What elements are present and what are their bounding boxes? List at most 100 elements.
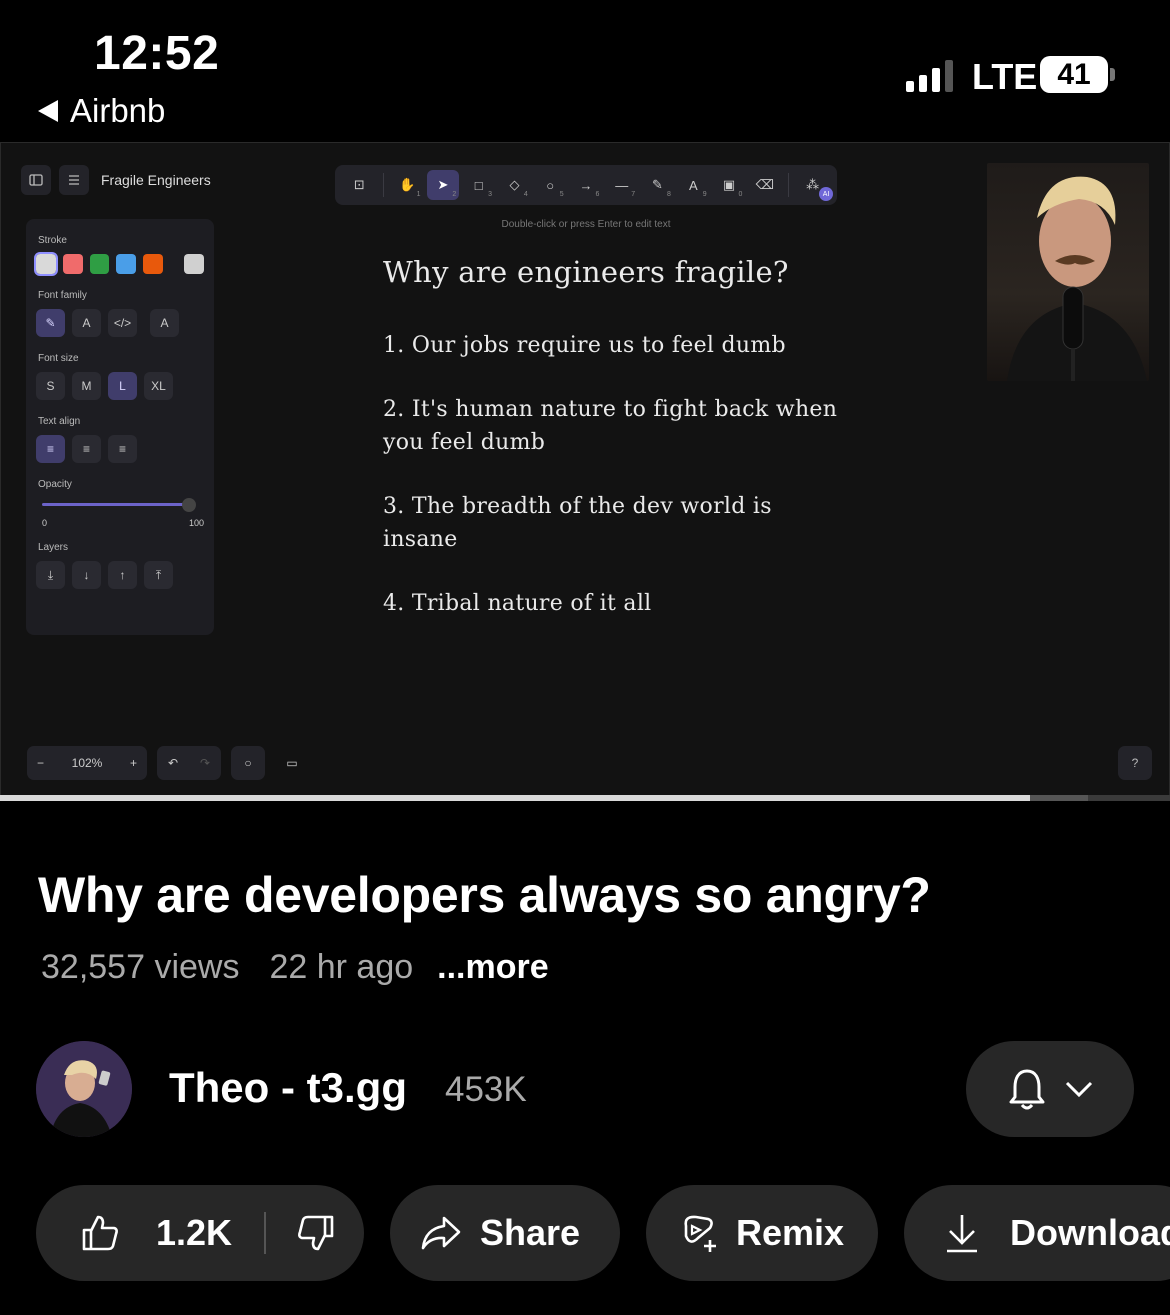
comment-icon: ○ — [231, 746, 265, 780]
help-icon: ? — [1118, 746, 1152, 780]
battery-cap — [1110, 68, 1115, 81]
text-align-label: Text align — [38, 416, 81, 427]
lock-icon: ⊡ — [353, 177, 365, 192]
layers-label: Layers — [38, 542, 69, 553]
opacity-label: Opacity — [38, 479, 72, 490]
share-icon — [421, 1216, 461, 1250]
like-dislike-group: 1.2K — [36, 1185, 364, 1281]
upload-age: 22 hr ago — [269, 948, 414, 986]
stroke-color-swatch — [184, 254, 204, 274]
opacity-range: 0 100 — [42, 518, 204, 528]
like-count[interactable]: 1.2K — [156, 1212, 232, 1254]
back-to-app-button[interactable]: Airbnb — [38, 92, 165, 130]
status-time: 12:52 — [94, 27, 220, 80]
whiteboard-bottom-controls: − 102% + ↶ ↷ ○ ▭ — [27, 746, 309, 780]
played-bar — [0, 795, 1030, 801]
whiteboard-canvas: Why are engineers fragile? 1. Our jobs r… — [383, 255, 843, 651]
tool-shortcut: 3 — [488, 191, 493, 198]
canvas-title: Why are engineers fragile? — [383, 255, 789, 289]
tool-shortcut: 9 — [702, 191, 707, 198]
layer-options: ⤓ ↓ ↑ ⤒ — [36, 561, 204, 589]
bell-icon — [1009, 1069, 1045, 1110]
dislike-icon[interactable] — [296, 1213, 336, 1253]
font-size-option: S — [36, 372, 65, 400]
tool-shortcut: 4 — [523, 191, 528, 198]
video-progress-bar[interactable] — [0, 795, 1170, 801]
properties-panel: Stroke Font family ✎ A </> A Font size S… — [26, 219, 214, 635]
arrow-icon: → 6 — [579, 177, 600, 199]
text-align-options: ≡ ≡ ≡ — [36, 435, 204, 463]
code-icon: </> — [108, 309, 137, 337]
font-outline-icon: A — [150, 309, 179, 337]
send-backward-icon: ↓ — [72, 561, 101, 589]
opacity-min: 0 — [42, 518, 48, 528]
font-size-option: XL — [144, 372, 173, 400]
ellipse-icon: ○ 5 — [546, 177, 564, 199]
sidebar-toggle-icon — [21, 165, 51, 195]
zoom-in-icon: + — [129, 756, 137, 770]
hand-icon: ✋ 1 — [399, 177, 421, 198]
chevron-down-icon — [1065, 1081, 1093, 1098]
download-button[interactable]: Download — [904, 1185, 1170, 1281]
channel-avatar[interactable] — [36, 1041, 132, 1137]
zoom-level: 102% — [71, 756, 103, 770]
remix-icon — [684, 1215, 716, 1252]
tool-shortcut: 7 — [631, 191, 636, 198]
stroke-color-swatch — [116, 254, 137, 274]
video-meta[interactable]: 32,557 views 22 hr ago ...more — [41, 948, 549, 987]
font-size-option: M — [72, 372, 101, 400]
whiteboard-topbar: Fragile Engineers — [21, 165, 211, 195]
font-size-option: L — [108, 372, 137, 400]
channel-name[interactable]: Theo - t3.gg — [169, 1064, 407, 1112]
share-button[interactable]: Share — [390, 1185, 620, 1281]
font-size-options: S M L XL — [36, 372, 204, 400]
battery-level: 41 — [1057, 57, 1091, 91]
present-icon: ▭ — [286, 756, 298, 770]
canvas-item: 3. The breadth of the dev world is insan… — [383, 494, 772, 552]
stroke-colors — [34, 252, 204, 276]
remix-label: Remix — [736, 1212, 845, 1253]
remix-button[interactable]: Remix — [646, 1185, 878, 1281]
tool-shortcut: 2 — [452, 191, 457, 198]
video-title[interactable]: Why are developers always so angry? — [38, 866, 931, 924]
back-app-label: Airbnb — [70, 92, 166, 129]
zoom-controls: − 102% + — [27, 746, 147, 780]
like-icon[interactable] — [80, 1213, 120, 1253]
history-controls: ↶ ↷ — [157, 746, 221, 780]
canvas-item: 2. It's human nature to fight back when … — [383, 397, 838, 455]
font-family-options: ✎ A </> A — [36, 309, 204, 337]
align-right-icon: ≡ — [108, 435, 137, 463]
action-bar: 1.2K Share Remix Download — [36, 1185, 1170, 1281]
more-description-link[interactable]: ...more — [437, 948, 548, 987]
bring-forward-icon: ↑ — [108, 561, 137, 589]
font-size-label: Font size — [38, 353, 79, 364]
align-left-icon: ≡ — [36, 435, 65, 463]
stroke-color-swatch — [62, 254, 83, 274]
canvas-item: 1. Our jobs require us to feel dumb — [383, 333, 786, 358]
ai-badge: AI — [819, 187, 833, 201]
stroke-color-swatch — [89, 254, 110, 274]
font-family-label: Font family — [38, 290, 87, 301]
rectangle-icon: □ 3 — [474, 177, 493, 199]
select-icon: ➤ 2 — [426, 170, 460, 200]
text-icon: A9 — [688, 177, 707, 199]
channel-row: Theo - t3.gg 453K — [36, 1040, 1136, 1137]
pencil-icon: ✎ — [36, 309, 65, 337]
share-label: Share — [480, 1212, 581, 1253]
opacity-max: 100 — [188, 518, 204, 528]
tool-shortcut: 5 — [559, 191, 564, 198]
zoom-out-icon: − — [37, 756, 45, 770]
menu-icon — [59, 165, 89, 195]
subscriber-count: 453K — [445, 1070, 527, 1109]
tool-shortcut: 0 — [738, 191, 743, 198]
whiteboard-toolbar: ⊡ ✋ 1 ➤ 2 □ 3 ◇ 4 ○ 5 → 6—7 ✎ 8 A 9 ▣ 0 ⌫ ⁂ AI — [335, 165, 837, 205]
tool-shortcut: 6 — [595, 191, 600, 198]
stroke-label: Stroke — [38, 235, 67, 246]
image-icon: ▣ 0 — [722, 177, 743, 198]
subscription-bell-button[interactable] — [966, 1041, 1134, 1137]
stroke-color-swatch — [34, 252, 58, 276]
video-player[interactable]: Fragile Engineers Stroke Font family ✎ A… — [0, 142, 1170, 796]
toolbar-separator — [788, 173, 790, 197]
line-icon: —7 — [615, 177, 636, 199]
signal-strength-icon — [906, 58, 953, 92]
